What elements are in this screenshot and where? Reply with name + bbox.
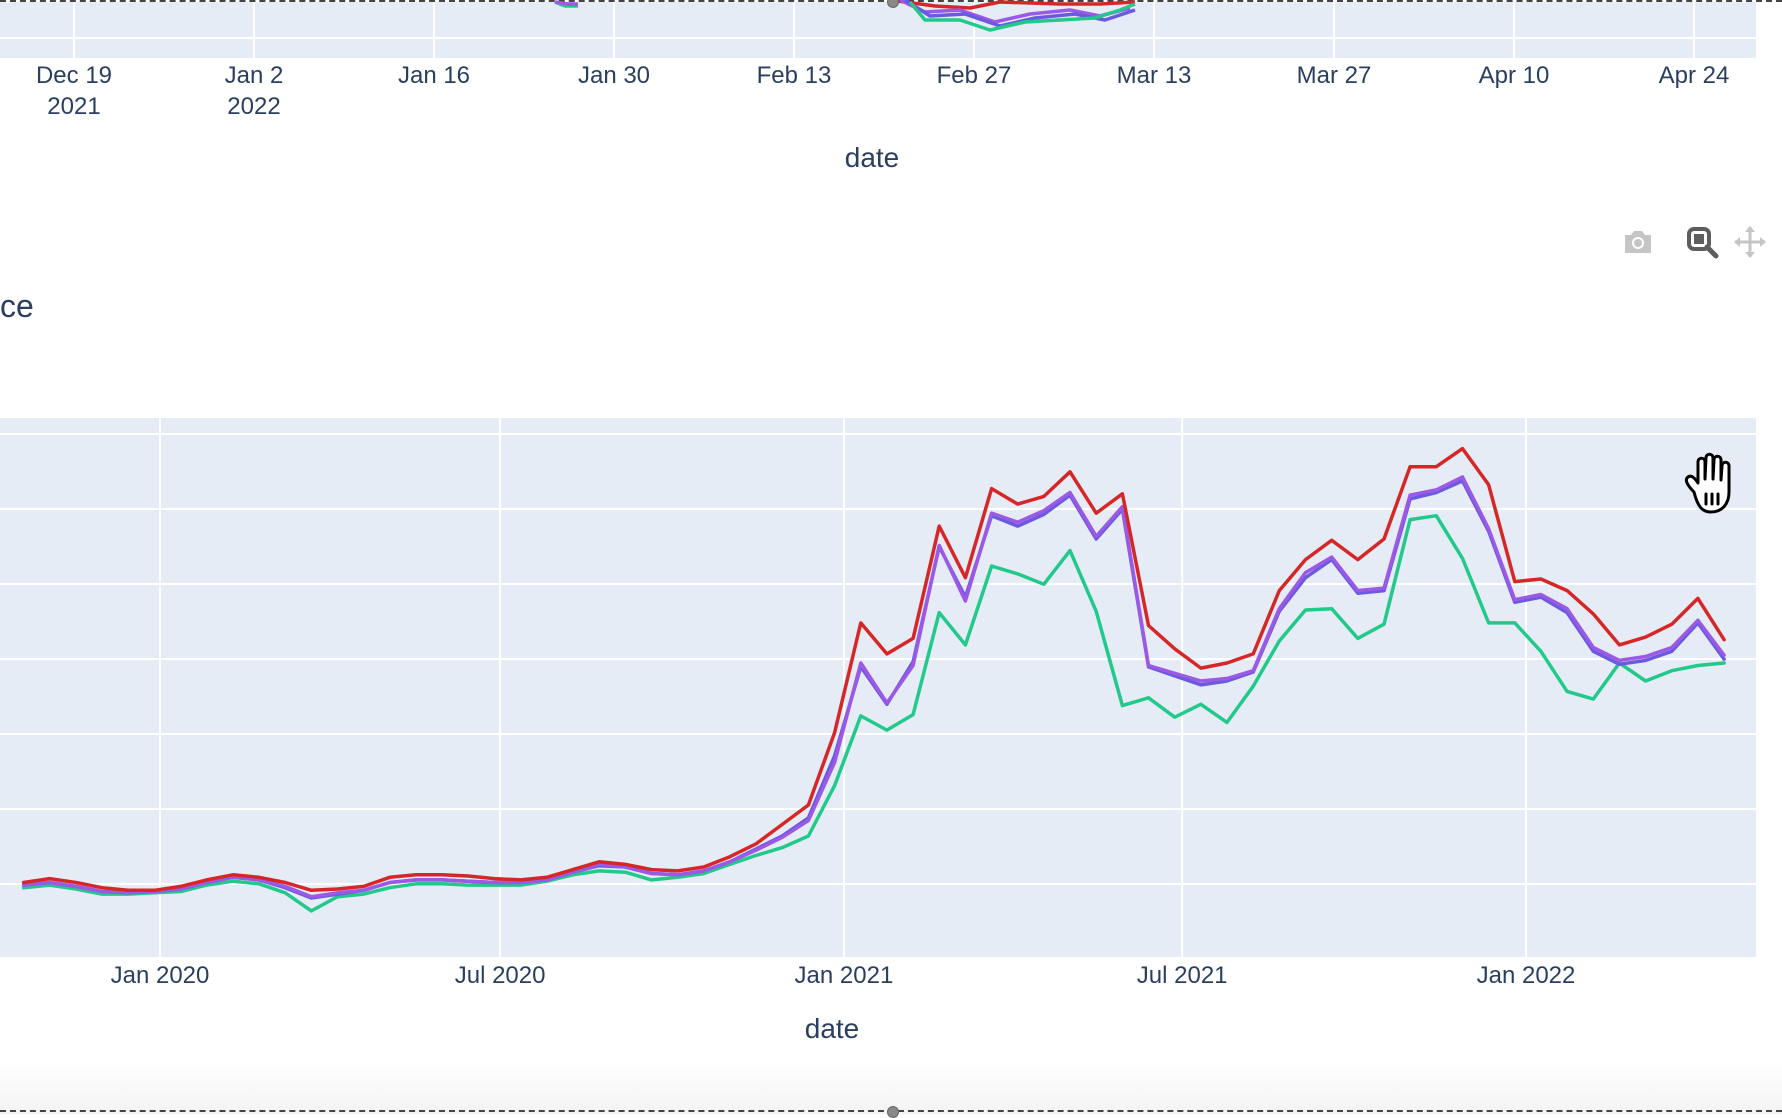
main-x-tick-label: Jan 2022 [1476,962,1576,989]
main-series-group [21,446,1726,913]
series-line-1 [21,446,1726,893]
hand-cursor-icon [1684,452,1731,514]
main-x-tick-label: Jan 2021 [794,962,894,989]
series-line-4 [21,513,1726,913]
main-x-axis-title: date [804,1013,860,1044]
main-x-tick-label: Jul 2020 [454,962,546,989]
main-x-tick-label: Jan 2020 [110,962,210,989]
series-line-3 [21,479,1726,900]
main-x-tick-label: Jul 2021 [1136,962,1228,989]
main-plot-svg [0,418,1756,957]
frame-resize-handle-bottom[interactable] [887,1106,899,1118]
